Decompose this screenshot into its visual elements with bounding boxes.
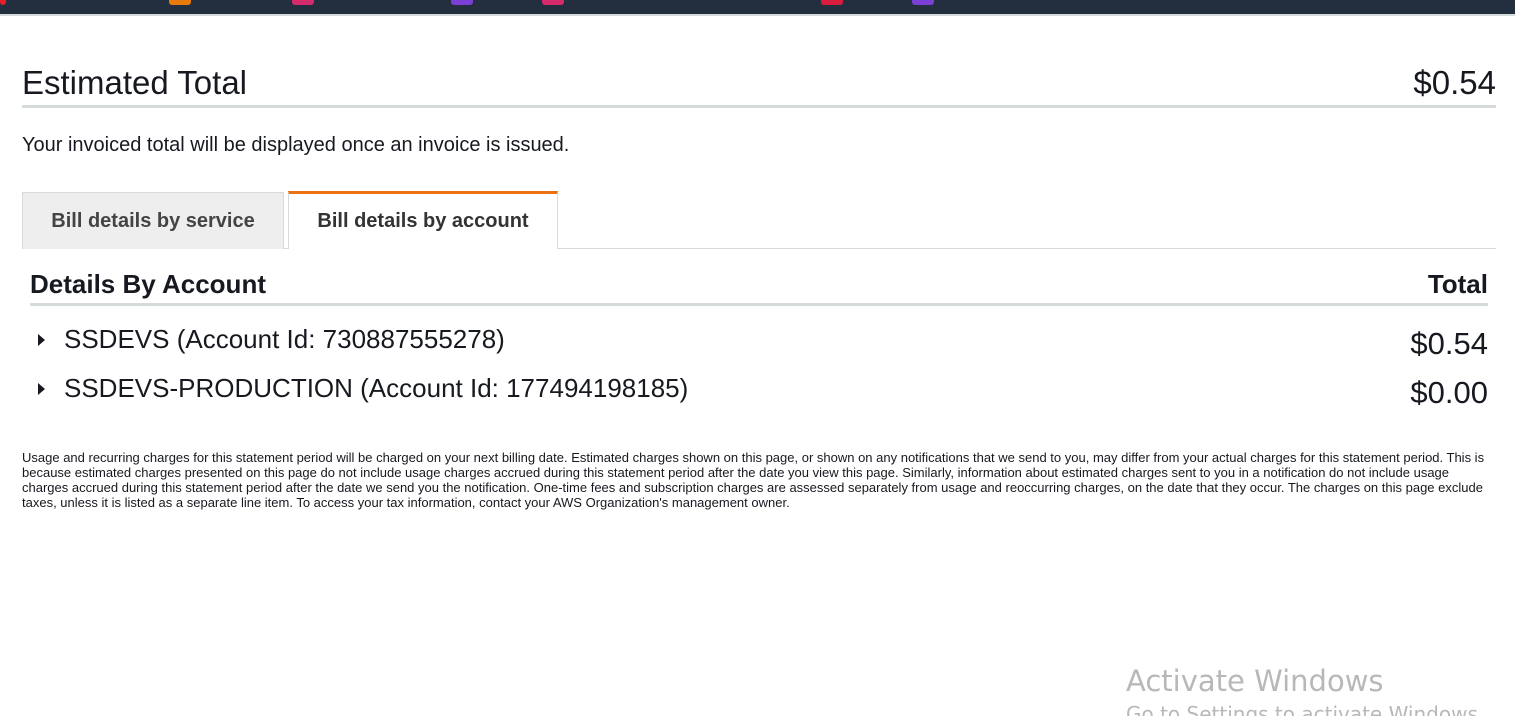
account-row[interactable]: SSDEVS (Account Id: 730887555278) $0.54 — [30, 320, 1488, 361]
billing-disclaimer: Usage and recurring charges for this sta… — [22, 450, 1485, 510]
bookmark-favicon-icon[interactable] — [912, 0, 934, 5]
bookmark-favicon-icon[interactable] — [821, 0, 843, 5]
details-by-account-header: Details By Account Total — [30, 268, 1488, 306]
topbar-divider — [0, 14, 1515, 16]
bookmark-favicon-icon[interactable] — [0, 0, 6, 5]
windows-activation-subtitle: Go to Settings to activate Windows. — [1126, 702, 1485, 716]
account-name[interactable]: SSDEVS (Account Id: 730887555278) — [64, 324, 505, 355]
account-amount: $0.00 — [1410, 375, 1488, 410]
account-row[interactable]: SSDEVS-PRODUCTION (Account Id: 177494198… — [30, 369, 1488, 410]
estimated-total-title: Estimated Total — [22, 64, 248, 101]
estimated-total-amount: $0.54 — [1413, 64, 1496, 101]
bookmark-favicon-icon[interactable] — [451, 0, 473, 5]
bill-details-tabs: Bill details by service Bill details by … — [22, 191, 1496, 249]
account-amount: $0.54 — [1410, 326, 1488, 361]
estimated-total-header: Estimated Total $0.54 — [22, 62, 1496, 108]
account-name[interactable]: SSDEVS-PRODUCTION (Account Id: 177494198… — [64, 373, 688, 404]
bookmark-favicon-icon[interactable] — [542, 0, 564, 5]
tab-bill-details-by-service[interactable]: Bill details by service — [22, 192, 284, 249]
bookmark-favicon-icon[interactable] — [292, 0, 314, 5]
invoice-note: Your invoiced total will be displayed on… — [22, 134, 570, 156]
windows-activation-watermark: Activate Windows — [1126, 664, 1384, 698]
expand-caret-icon[interactable] — [38, 334, 45, 346]
bookmark-favicon-icon[interactable] — [169, 0, 191, 5]
expand-caret-icon[interactable] — [38, 383, 45, 395]
browser-bookmarks-bar — [0, 0, 1515, 16]
details-total-label: Total — [1427, 269, 1488, 299]
details-title: Details By Account — [30, 269, 266, 299]
tab-bill-details-by-account[interactable]: Bill details by account — [288, 191, 558, 249]
